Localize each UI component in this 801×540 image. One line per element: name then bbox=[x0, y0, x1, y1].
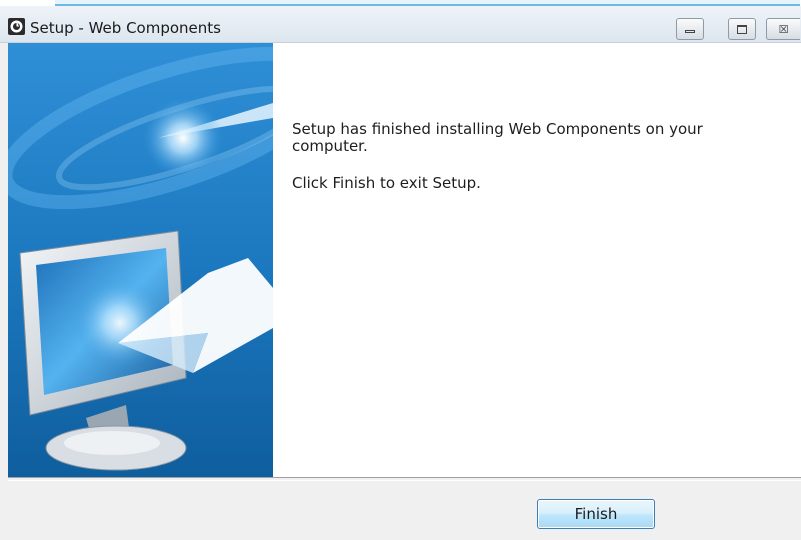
title-bar[interactable]: Setup - Web Components ☒ bbox=[0, 6, 801, 43]
close-icon: ☒ bbox=[778, 22, 789, 36]
footer-separator bbox=[8, 477, 801, 481]
setup-app-icon bbox=[8, 18, 25, 35]
minimize-button[interactable] bbox=[676, 18, 704, 40]
wizard-banner-image bbox=[8, 43, 273, 477]
finish-message: Setup has finished installing Web Compon… bbox=[292, 120, 703, 155]
exit-instruction: Click Finish to exit Setup. bbox=[292, 174, 481, 192]
maximize-icon bbox=[737, 24, 747, 34]
setup-window: Setup - Web Components ☒ Setup has finis… bbox=[0, 6, 801, 540]
content-panel: Setup has finished installing Web Compon… bbox=[273, 43, 801, 477]
maximize-button[interactable] bbox=[728, 18, 756, 40]
close-button[interactable]: ☒ bbox=[766, 18, 800, 40]
minimize-icon bbox=[685, 29, 695, 33]
window-title: Setup - Web Components bbox=[30, 19, 221, 37]
finish-button[interactable]: Finish bbox=[537, 499, 655, 529]
